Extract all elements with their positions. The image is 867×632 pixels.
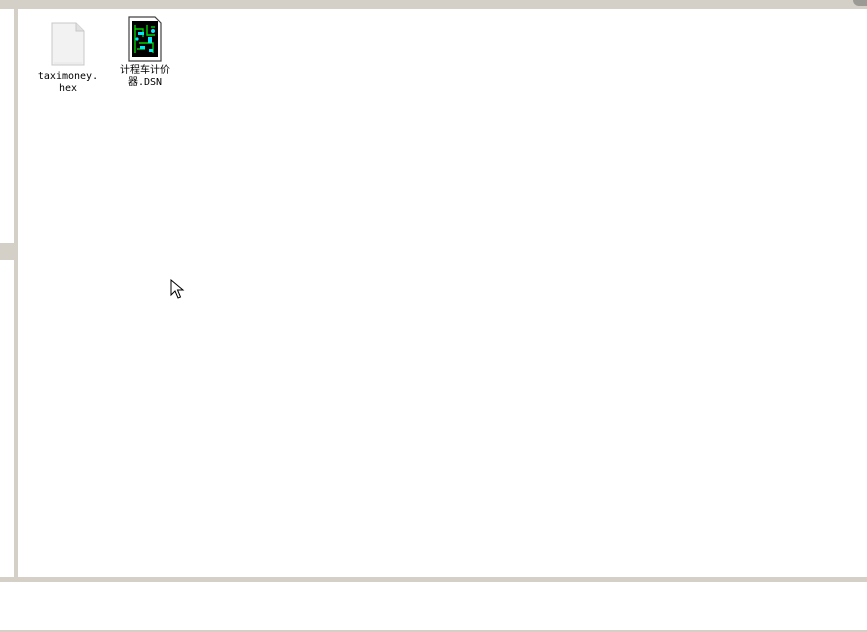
file-label-line2: hex xyxy=(58,83,78,94)
status-area xyxy=(0,582,867,630)
left-pane-scroll-marker[interactable] xyxy=(0,243,14,260)
mouse-pointer-icon xyxy=(170,279,185,299)
circuit-design-icon xyxy=(128,16,162,62)
left-pane[interactable] xyxy=(0,9,14,577)
blank-document-icon xyxy=(51,22,85,66)
top-frame xyxy=(0,0,867,9)
explorer-window: taximoney. hex 计程车计价 器.DSN xyxy=(0,0,867,632)
file-item-dsn[interactable]: 计程车计价 器.DSN xyxy=(108,15,182,89)
file-list-view[interactable]: taximoney. hex 计程车计价 器.DSN xyxy=(18,9,867,577)
top-frame-corner xyxy=(853,0,867,6)
file-item-hex[interactable]: taximoney. hex xyxy=(31,21,105,95)
file-label-line1: 计程车计价 xyxy=(120,65,170,76)
file-label-line2: 器.DSN xyxy=(127,77,163,88)
file-label-line1: taximoney. xyxy=(37,71,99,82)
